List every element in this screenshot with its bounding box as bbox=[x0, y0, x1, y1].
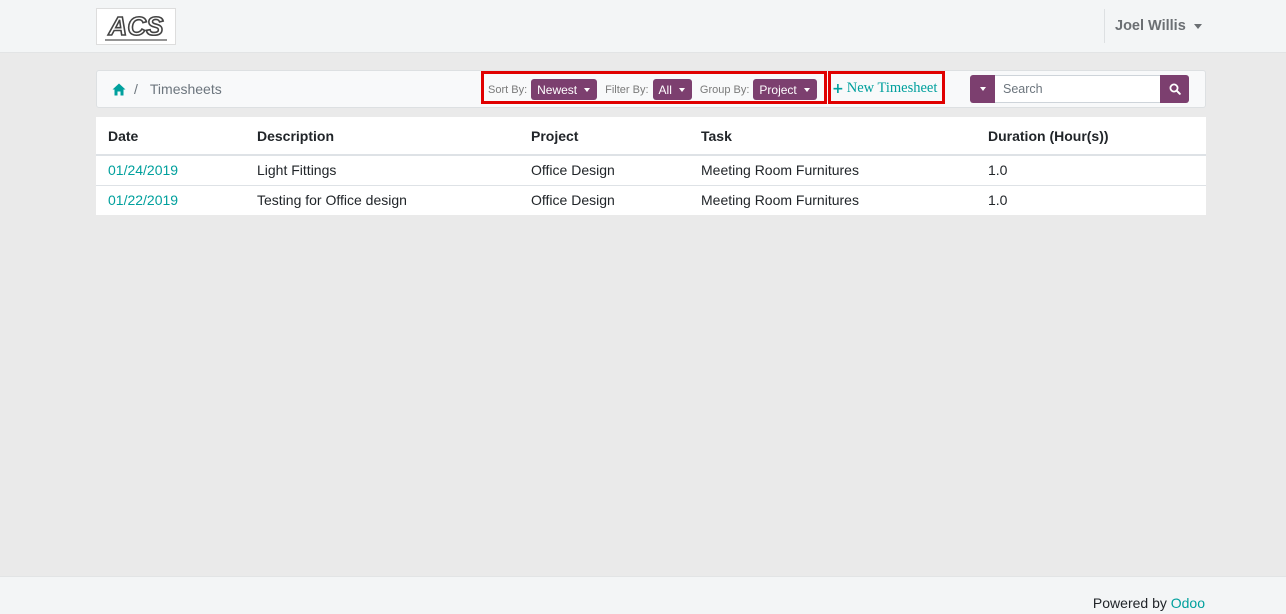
search-icon bbox=[1169, 83, 1181, 95]
filter-by-label: Filter By: bbox=[605, 83, 649, 96]
group-by-label: Group By: bbox=[699, 83, 750, 96]
portal-options: Sort By: Newest Filter By: All Group By:… bbox=[488, 79, 817, 100]
column-header-duration: Duration (Hour(s)) bbox=[976, 117, 1206, 156]
column-header-date: Date bbox=[96, 117, 245, 156]
timesheets-table: Date Description Project Task Duration (… bbox=[96, 117, 1206, 215]
svg-text:ACS: ACS bbox=[108, 11, 165, 41]
cell-task: Meeting Room Furnitures bbox=[689, 155, 976, 186]
table-row[interactable]: 01/22/2019 Testing for Office design Off… bbox=[96, 185, 1206, 215]
new-timesheet-button[interactable]: + New Timesheet bbox=[832, 80, 937, 97]
table-header-row: Date Description Project Task Duration (… bbox=[96, 117, 1206, 156]
cell-task: Meeting Room Furnitures bbox=[701, 192, 859, 209]
powered-by: Powered by Odoo bbox=[1093, 595, 1205, 611]
caret-down-icon bbox=[678, 87, 685, 92]
group-by-dropdown[interactable]: Project bbox=[753, 79, 817, 100]
cell-duration: 1.0 bbox=[988, 192, 1008, 209]
odoo-link[interactable]: Odoo bbox=[1171, 595, 1205, 611]
user-name: Joel Willis bbox=[1115, 18, 1186, 34]
company-logo[interactable]: ACS bbox=[96, 8, 176, 45]
column-header-description: Description bbox=[245, 117, 519, 156]
sort-by-value: Newest bbox=[537, 82, 578, 97]
cell-date: 01/24/2019 bbox=[96, 155, 245, 186]
cell-date: 01/22/2019 bbox=[96, 185, 245, 215]
search-button[interactable] bbox=[1160, 75, 1189, 103]
powered-by-text: Powered by bbox=[1092, 595, 1167, 611]
search-input[interactable] bbox=[995, 75, 1160, 103]
column-header-project: Project bbox=[519, 117, 689, 156]
search-group bbox=[970, 75, 1189, 103]
user-menu-dropdown[interactable]: Joel Willis bbox=[1104, 9, 1202, 43]
cell-project: Office Design bbox=[519, 155, 689, 186]
timesheet-date-link[interactable]: 01/22/2019 bbox=[108, 192, 178, 208]
breadcrumb-separator: / bbox=[134, 81, 138, 97]
chevron-down-icon bbox=[1193, 23, 1202, 29]
plus-icon: + bbox=[832, 80, 844, 97]
group-by-value: Project bbox=[759, 82, 797, 97]
caret-down-icon bbox=[979, 87, 986, 91]
filter-by-dropdown[interactable]: All bbox=[652, 79, 692, 100]
sort-by-label: Sort By: bbox=[488, 83, 528, 96]
new-timesheet-label: New Timesheet bbox=[846, 80, 938, 96]
breadcrumb-current: Timesheets bbox=[149, 81, 222, 97]
breadcrumb: / Timesheets bbox=[112, 81, 222, 97]
filter-by-value: All bbox=[658, 82, 672, 97]
timesheet-date-link[interactable]: 01/24/2019 bbox=[108, 162, 178, 178]
caret-down-icon bbox=[584, 87, 591, 92]
table-row[interactable]: 01/24/2019 Light Fittings Office Design … bbox=[96, 155, 1206, 186]
top-navbar: ACS Joel Willis bbox=[0, 0, 1286, 53]
home-icon[interactable] bbox=[112, 83, 126, 96]
search-options-dropdown[interactable] bbox=[970, 75, 995, 103]
cell-description: Testing for Office design bbox=[257, 192, 407, 209]
caret-down-icon bbox=[803, 87, 810, 92]
cell-duration: 1.0 bbox=[976, 155, 1206, 186]
footer: Powered by Odoo bbox=[0, 576, 1286, 614]
cell-project: Office Design bbox=[531, 192, 615, 209]
cell-description: Light Fittings bbox=[245, 155, 519, 186]
sort-by-dropdown[interactable]: Newest bbox=[531, 79, 598, 100]
column-header-task: Task bbox=[689, 117, 976, 156]
